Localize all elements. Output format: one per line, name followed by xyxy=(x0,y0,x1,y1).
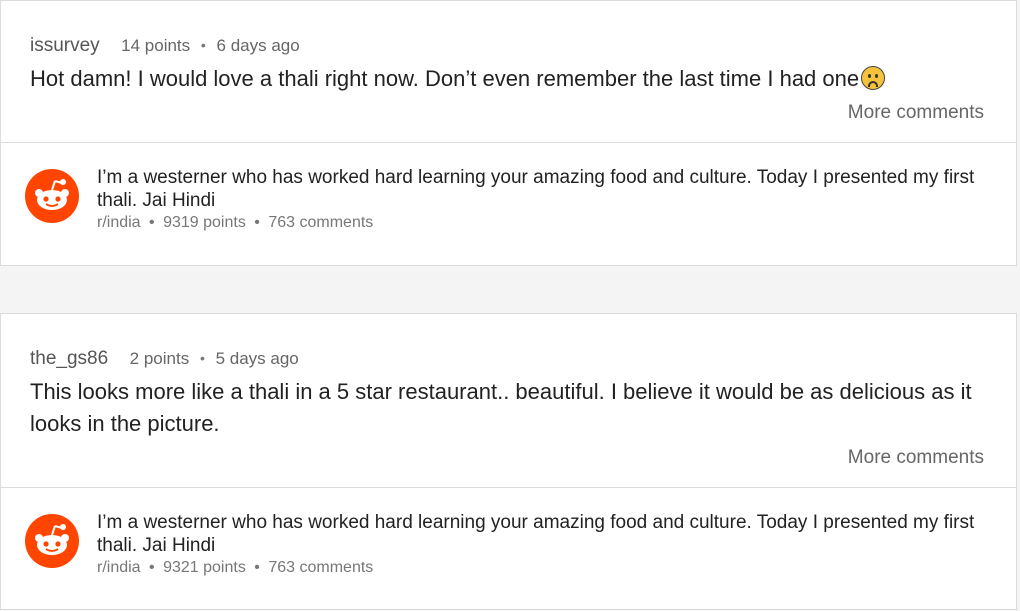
post-meta: r/india • 9321 points • 763 comments xyxy=(97,559,373,577)
comment-meta: the_gs86 2 points • 5 days ago xyxy=(30,348,299,370)
post-comments[interactable]: 763 comments xyxy=(268,559,373,576)
comment-body: This looks more like a thali in a 5 star… xyxy=(30,379,972,436)
separator-dot: • xyxy=(199,350,205,366)
frowning-face-icon xyxy=(861,66,886,90)
post-subreddit[interactable]: r/india xyxy=(97,559,141,576)
comment-body: Hot damn! I would love a thali right now… xyxy=(30,63,990,95)
post-title[interactable]: I’m a westerner who has worked hard lear… xyxy=(97,511,1002,557)
separator-dot: • xyxy=(254,559,260,576)
comment-text: Hot damn! I would love a thali right now… xyxy=(30,66,860,91)
post-points: 9321 points xyxy=(163,559,246,576)
post-meta: r/india • 9319 points • 763 comments xyxy=(97,214,373,232)
post-comments[interactable]: 763 comments xyxy=(268,214,373,231)
comment-age: 5 days ago xyxy=(215,349,299,368)
comment-author[interactable]: issurvey xyxy=(30,35,100,56)
comment: the_gs86 2 points • 5 days ago This look… xyxy=(1,314,1016,488)
post-preview[interactable]: I’m a westerner who has worked hard lear… xyxy=(1,487,1018,611)
comment-age: 6 days ago xyxy=(216,36,300,55)
post-subreddit[interactable]: r/india xyxy=(97,214,141,231)
comment-meta: issurvey 14 points • 6 days ago xyxy=(30,35,300,57)
comment-points: 2 points xyxy=(129,349,190,368)
more-comments-link[interactable]: More comments xyxy=(848,447,984,469)
comment-points: 14 points xyxy=(121,36,191,55)
reddit-alien-icon xyxy=(25,514,79,568)
reddit-alien-icon xyxy=(25,169,79,223)
post-preview[interactable]: I’m a westerner who has worked hard lear… xyxy=(1,142,1018,266)
comment-author[interactable]: the_gs86 xyxy=(30,348,108,369)
thread-card: the_gs86 2 points • 5 days ago This look… xyxy=(0,313,1017,610)
more-comments-link[interactable]: More comments xyxy=(848,102,984,124)
separator-dot: • xyxy=(254,214,260,231)
separator-dot: • xyxy=(149,559,155,576)
post-title[interactable]: I’m a westerner who has worked hard lear… xyxy=(97,166,1002,212)
post-points: 9319 points xyxy=(163,214,246,231)
thread-card: issurvey 14 points • 6 days ago Hot damn… xyxy=(0,0,1017,266)
separator-dot: • xyxy=(200,37,206,53)
comment: issurvey 14 points • 6 days ago Hot damn… xyxy=(1,1,1016,143)
separator-dot: • xyxy=(149,214,155,231)
